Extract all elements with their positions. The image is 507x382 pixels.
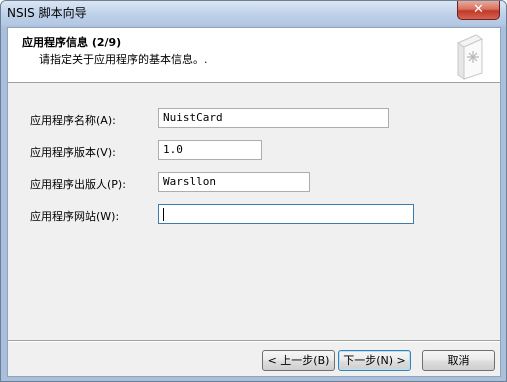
app-version-label: 应用程序版本(V): xyxy=(30,146,116,159)
app-publisher-label: 应用程序出版人(P): xyxy=(30,178,126,191)
text-caret xyxy=(163,207,164,221)
page-subtitle: 请指定关于应用程序的基本信息。. xyxy=(39,53,208,66)
wizard-header: 应用程序信息 (2/9) 请指定关于应用程序的基本信息。. xyxy=(8,28,500,83)
next-button[interactable]: 下一步(N) > xyxy=(338,350,411,371)
app-publisher-input[interactable]: Warsllon xyxy=(158,172,310,192)
close-icon: ✕ xyxy=(473,2,484,17)
wizard-client-area: 应用程序信息 (2/9) 请指定关于应用程序的基本信息。. 应用程序名称(A):… xyxy=(7,27,501,377)
cancel-button[interactable]: 取消 xyxy=(422,350,495,371)
title-bar[interactable]: NSIS 脚本向导 ✕ xyxy=(1,1,506,23)
button-separator xyxy=(8,340,500,342)
app-name-input[interactable]: NuistCard xyxy=(158,108,389,128)
app-info-form: 应用程序名称(A): NuistCard 应用程序版本(V): 1.0 应用程序… xyxy=(8,84,500,324)
back-button[interactable]: < 上一步(B) xyxy=(262,350,335,371)
window-title: NSIS 脚本向导 xyxy=(7,6,87,20)
wizard-window: NSIS 脚本向导 ✕ 应用程序信息 (2/9) 请指定关于应用程序的基本信息。… xyxy=(0,0,507,382)
app-website-label: 应用程序网站(W): xyxy=(30,210,120,223)
wizard-document-icon xyxy=(456,34,484,80)
close-button[interactable]: ✕ xyxy=(457,1,500,20)
app-version-input[interactable]: 1.0 xyxy=(158,140,262,160)
app-name-label: 应用程序名称(A): xyxy=(30,114,116,127)
app-website-input[interactable] xyxy=(158,204,414,224)
page-title: 应用程序信息 (2/9) xyxy=(22,36,122,49)
